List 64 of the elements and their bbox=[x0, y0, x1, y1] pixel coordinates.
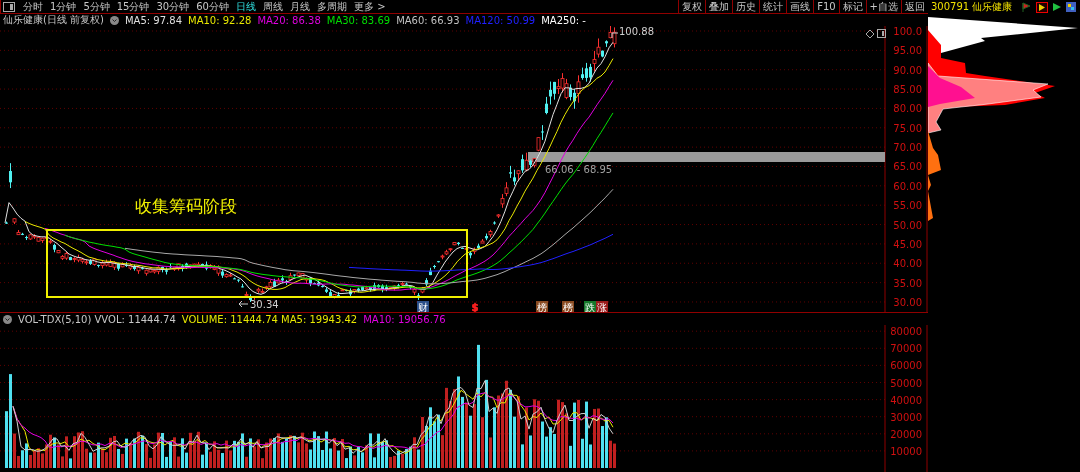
axis-label: 65.00 bbox=[893, 161, 922, 173]
period-tab[interactable]: 多周期 bbox=[316, 0, 347, 14]
axis-label: 90.00 bbox=[893, 64, 922, 76]
axis-label: 45.00 bbox=[893, 238, 922, 250]
indicator-value: MA120: 50.99 bbox=[465, 14, 536, 26]
indicator-value: MA250: - bbox=[541, 14, 586, 26]
indicator-value: VOL-TDX(5,10) VVOL: 11444.74 bbox=[18, 313, 176, 325]
high-price-label: 100.88 bbox=[619, 26, 654, 37]
period-tab[interactable]: 15分钟 bbox=[116, 0, 150, 14]
axis-label: 80.00 bbox=[893, 103, 922, 115]
period-tab[interactable]: 月线 bbox=[289, 0, 310, 14]
event-symbol[interactable]: $ bbox=[471, 301, 479, 312]
indicator-value: MA60: 66.93 bbox=[396, 14, 460, 26]
indicator-value: MA10: 19056.76 bbox=[363, 313, 446, 325]
period-tab[interactable]: 分时 bbox=[23, 0, 43, 14]
period-tab[interactable]: 更多 > bbox=[353, 0, 386, 14]
annotation-text: 收集筹码阶段 bbox=[135, 196, 237, 216]
toolbar-button[interactable]: 标记 bbox=[838, 0, 866, 13]
axis-label: 50000 bbox=[890, 377, 922, 389]
event-badge[interactable]: 跌 bbox=[584, 301, 596, 312]
indicator-value: VOLUME: 11444.74 MA5: 19943.42 bbox=[181, 313, 358, 325]
axis-label: 40.00 bbox=[893, 258, 922, 270]
toolbar-button[interactable]: 复权 bbox=[678, 0, 706, 13]
axis-label: 35.00 bbox=[893, 277, 922, 289]
event-badge[interactable]: 涨 bbox=[596, 301, 608, 312]
axis-label: 95.00 bbox=[893, 45, 922, 57]
period-tab[interactable]: 周线 bbox=[262, 0, 283, 14]
axis-label: 50.00 bbox=[893, 219, 922, 231]
period-tab[interactable]: 60分钟 bbox=[196, 0, 229, 14]
indicator-value: MA5: 97.84 bbox=[125, 14, 182, 26]
axis-label: 10000 bbox=[890, 445, 922, 457]
axis-label: 75.00 bbox=[893, 122, 922, 134]
axis-label: 100.0 bbox=[893, 26, 922, 37]
axis-label: 70000 bbox=[890, 343, 922, 355]
axis-label: 30.00 bbox=[893, 296, 922, 308]
axis-label: 80000 bbox=[890, 326, 922, 338]
toolbar-button[interactable]: 叠加 bbox=[705, 0, 733, 13]
axis-label: 70.00 bbox=[893, 142, 922, 154]
toolbar-button[interactable]: 画线 bbox=[786, 0, 814, 13]
low-price-label: 30.34 bbox=[250, 299, 279, 310]
event-badge[interactable]: 榜 bbox=[536, 301, 548, 312]
axis-label: 85.00 bbox=[893, 84, 922, 96]
event-badge[interactable]: 财 bbox=[417, 301, 429, 312]
period-tab[interactable]: 30分钟 bbox=[156, 0, 190, 14]
toolbar-button[interactable]: 返回 bbox=[901, 0, 928, 13]
toolbar-button[interactable]: 历史 bbox=[732, 0, 760, 13]
toolbar-button[interactable]: +自选 bbox=[865, 0, 901, 13]
period-tab[interactable]: 日线 bbox=[235, 0, 256, 14]
period-tab[interactable]: 5分钟 bbox=[83, 0, 110, 14]
axis-label: 40000 bbox=[890, 394, 922, 406]
toolbar-button[interactable]: F10 bbox=[813, 0, 839, 13]
indicator-value: MA20: 86.38 bbox=[257, 14, 321, 26]
axis-label: 30000 bbox=[890, 411, 922, 423]
period-tab[interactable]: 1分钟 bbox=[50, 0, 77, 14]
axis-label: 20000 bbox=[890, 428, 922, 440]
indicator-value: MA10: 92.28 bbox=[188, 14, 252, 26]
chart-title: 仙乐健康(日线 前复权) bbox=[3, 13, 104, 27]
axis-label: 60.00 bbox=[893, 180, 922, 192]
toolbar-button[interactable]: 统计 bbox=[759, 0, 787, 13]
event-badge[interactable]: 榜 bbox=[562, 301, 574, 312]
axis-label: 55.00 bbox=[893, 200, 922, 212]
stock-code-name: 300791 仙乐健康 bbox=[931, 0, 1013, 14]
indicator-value: MA30: 83.69 bbox=[326, 14, 391, 26]
axis-label: 60000 bbox=[890, 360, 922, 372]
